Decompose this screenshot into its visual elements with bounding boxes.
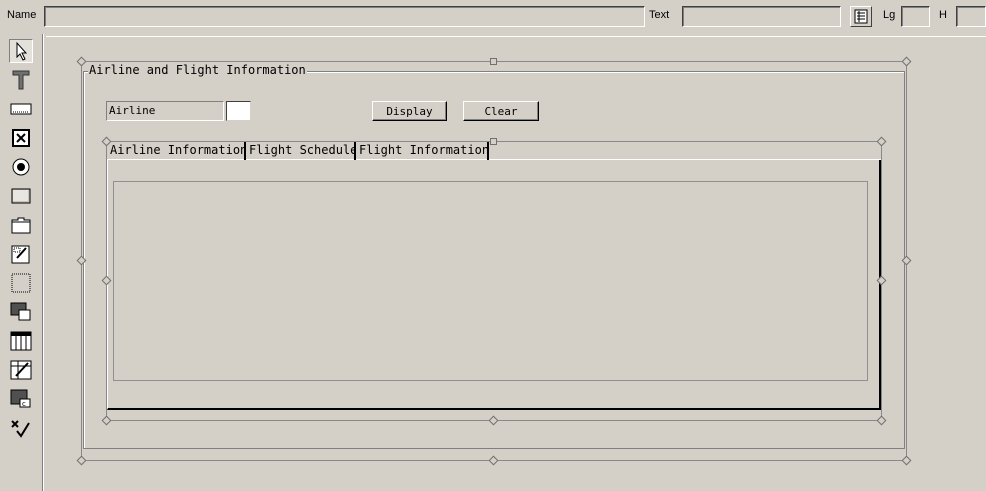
push-button-tool-icon xyxy=(11,188,31,204)
custom-control-tool[interactable] xyxy=(9,300,33,324)
element-toolbox: c xyxy=(0,34,42,491)
list-icon xyxy=(854,9,868,24)
lg-label: Lg xyxy=(883,9,896,21)
checkbox-tool-icon xyxy=(12,129,30,147)
pointer-icon xyxy=(16,41,28,61)
clear-button[interactable]: Clear xyxy=(463,101,539,121)
radio-button-tool[interactable] xyxy=(9,155,33,179)
input-field-tool[interactable] xyxy=(9,97,33,121)
svg-text:c: c xyxy=(22,400,26,408)
box-tool-icon xyxy=(11,273,31,293)
radio-button-tool-icon xyxy=(12,158,30,176)
push-button-tool[interactable] xyxy=(9,184,33,208)
text-tool-icon xyxy=(12,70,30,90)
h-label: H xyxy=(939,9,947,21)
subscreen-tool[interactable] xyxy=(9,242,33,266)
box-tool[interactable] xyxy=(9,271,33,295)
table-wizard-tool[interactable] xyxy=(9,358,33,382)
name-label: Name xyxy=(7,9,37,21)
name-field[interactable] xyxy=(44,6,645,27)
airline-label[interactable]: Airline xyxy=(106,101,224,121)
tabstrip-tool[interactable] xyxy=(9,213,33,237)
table-control-tool-icon xyxy=(10,331,32,351)
attributes-button[interactable] xyxy=(850,6,872,27)
resize-handle[interactable] xyxy=(490,58,497,65)
tab-airline-information[interactable]: Airline Information xyxy=(107,142,246,160)
property-bar: Name Text Lg H xyxy=(0,0,986,32)
length-field[interactable] xyxy=(901,6,930,27)
table-wizard-tool-icon xyxy=(10,360,32,380)
input-field-tool-icon xyxy=(10,103,32,115)
toolbox-divider xyxy=(42,34,44,491)
text-label: Text xyxy=(649,9,670,21)
container-tool[interactable]: c xyxy=(9,387,33,411)
text-field[interactable] xyxy=(682,6,841,27)
checkbox-tool[interactable] xyxy=(9,126,33,150)
pointer-tool[interactable] xyxy=(9,39,33,63)
resize-handle[interactable] xyxy=(490,138,497,145)
subscreen-area[interactable] xyxy=(113,181,868,381)
custom-control-tool-icon xyxy=(10,302,31,321)
status-icon-tool[interactable] xyxy=(9,416,33,440)
container-tool-icon: c xyxy=(10,389,31,408)
group-box-title: Airline and Flight Information xyxy=(88,63,307,77)
text-tool[interactable] xyxy=(9,68,33,92)
tabstrip-tool-icon xyxy=(11,217,31,234)
table-control-tool[interactable] xyxy=(9,329,33,353)
tab-flight-information[interactable]: Flight Information xyxy=(356,142,489,160)
subscreen-tool-icon xyxy=(11,245,30,264)
tab-flight-schedule[interactable]: Flight Schedule xyxy=(246,142,356,160)
airline-input[interactable] xyxy=(226,101,251,121)
height-field[interactable] xyxy=(956,6,986,27)
display-button[interactable]: Display xyxy=(372,101,447,121)
status-icon-tool-icon xyxy=(11,420,30,438)
